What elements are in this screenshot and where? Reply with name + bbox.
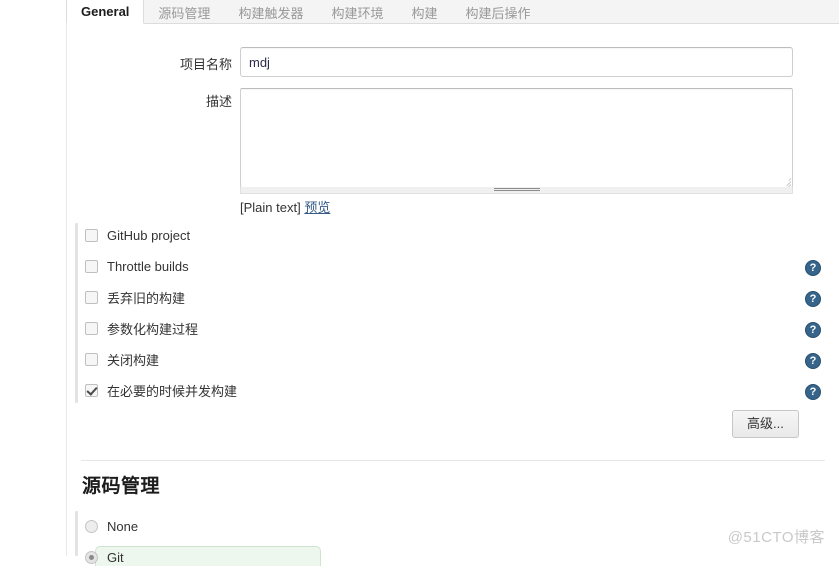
project-name-input[interactable] [240, 47, 793, 77]
checkbox-row-discard-old-builds[interactable]: 丢弃旧的构建 [85, 287, 185, 307]
help-icon-discard-old-builds[interactable]: ? [805, 291, 821, 307]
scm-section-title: 源码管理 [82, 476, 161, 497]
tab-build-triggers-label: 构建触发器 [238, 5, 304, 21]
watermark: @51CTO博客 [727, 529, 825, 546]
jenkins-job-config-page: General 源码管理 构建触发器 构建环境 构建 构建后操作 项目名称 md… [0, 0, 839, 566]
tab-post-build-actions-label: 构建后操作 [465, 5, 531, 21]
description-format-line: [Plain text] 预览 [240, 197, 330, 216]
tab-general[interactable]: General [66, 0, 145, 24]
row-project-name: 项目名称 [67, 47, 839, 79]
config-tab-bar: General 源码管理 构建触发器 构建环境 构建 构建后操作 [66, 0, 839, 24]
help-icon-concurrent-builds[interactable]: ? [805, 384, 821, 400]
radio-scm-git[interactable] [85, 550, 98, 564]
checkbox-github-project[interactable] [85, 228, 98, 242]
checkbox-row-throttle-builds[interactable]: Throttle builds [85, 256, 189, 276]
tab-list: General 源码管理 构建触发器 构建环境 构建 构建后操作 [66, 0, 545, 24]
row-description: 描述 [67, 88, 839, 198]
checkbox-row-github-project[interactable]: GitHub project [85, 225, 190, 245]
scm-radio-group-bar [75, 511, 78, 556]
project-name-label: 项目名称 [179, 57, 232, 72]
radio-label-none: None [107, 518, 139, 534]
drag-handle-icon [493, 188, 540, 192]
checkbox-label-disable-build: 关闭构建 [107, 352, 160, 368]
radio-label-git: Git [107, 549, 124, 565]
checkbox-label-github-project: GitHub project [107, 227, 191, 243]
help-icon-disable-build[interactable]: ? [805, 353, 821, 369]
scm-git-panel [95, 546, 321, 566]
checkbox-row-concurrent-builds[interactable]: 在必要的时候并发构建 [85, 380, 237, 400]
checkbox-label-concurrent-builds: 在必要的时候并发构建 [107, 383, 238, 399]
tab-scm[interactable]: 源码管理 [144, 0, 224, 24]
tab-build-environment-label: 构建环境 [331, 5, 384, 21]
radio-scm-none[interactable] [85, 519, 98, 533]
tab-build-label: 构建 [411, 5, 438, 21]
tab-build-environment[interactable]: 构建环境 [317, 0, 397, 24]
description-label: 描述 [205, 94, 232, 109]
radio-row-git[interactable]: Git [85, 547, 124, 567]
checkbox-row-disable-build[interactable]: 关闭构建 [85, 349, 159, 369]
description-textarea[interactable] [240, 88, 793, 188]
tab-post-build-actions[interactable]: 构建后操作 [451, 0, 544, 24]
checkbox-throttle-builds[interactable] [85, 259, 98, 273]
checkbox-discard-old-builds[interactable] [85, 290, 98, 304]
plain-text-note: [Plain text] [240, 200, 301, 215]
checkbox-row-parameterized-build[interactable]: 参数化构建过程 [85, 318, 198, 338]
radio-row-none[interactable]: None [85, 516, 138, 536]
checkbox-label-throttle-builds: Throttle builds [107, 258, 189, 274]
advanced-button[interactable]: 高级... [732, 410, 799, 438]
help-icon-throttle-builds[interactable]: ? [805, 260, 821, 276]
left-gutter [0, 0, 66, 556]
checkbox-group-bar [75, 223, 78, 403]
tab-scm-label: 源码管理 [158, 5, 211, 21]
tab-build[interactable]: 构建 [397, 0, 451, 24]
checkbox-label-parameterized-build: 参数化构建过程 [107, 321, 199, 337]
tab-general-label: General [81, 4, 130, 19]
checkbox-parameterized-build[interactable] [85, 321, 98, 335]
config-form: 项目名称 描述 [Plain text] 预览 [67, 25, 839, 566]
checkbox-label-discard-old-builds: 丢弃旧的构建 [107, 290, 186, 306]
preview-link[interactable]: 预览 [304, 200, 330, 215]
description-textarea-wrap [240, 88, 793, 194]
textarea-drag-strip[interactable] [240, 187, 793, 194]
tab-build-triggers[interactable]: 构建触发器 [224, 0, 317, 24]
checkbox-concurrent-builds[interactable] [85, 383, 98, 397]
help-icon-parameterized-build[interactable]: ? [805, 322, 821, 338]
checkbox-disable-build[interactable] [85, 352, 98, 366]
section-divider [81, 460, 825, 461]
